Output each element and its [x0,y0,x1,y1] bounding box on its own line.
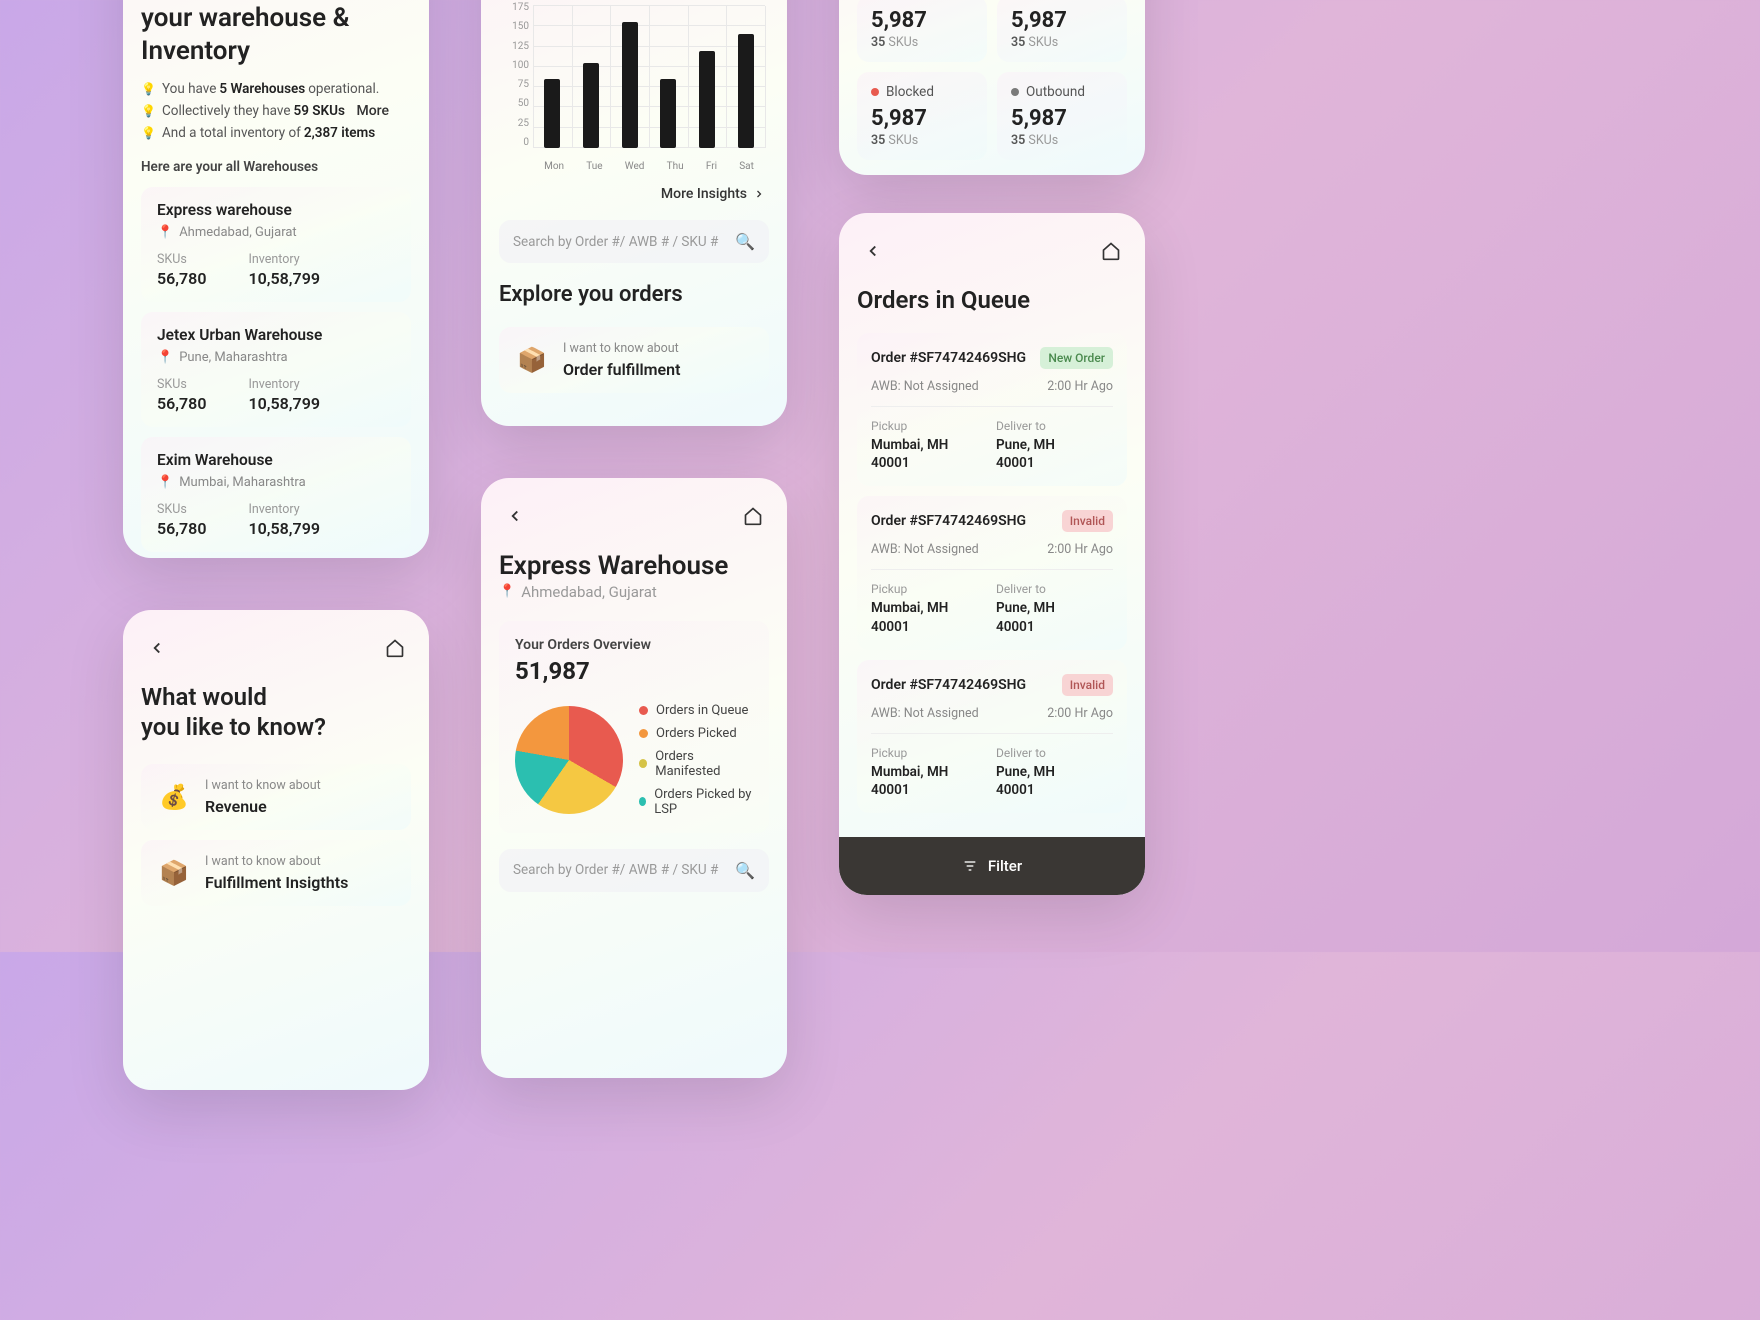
chevron-right-icon [753,188,765,200]
pin-icon: 📍 [157,475,173,490]
insights-screen: What wouldyou like to know? 💰 I want to … [123,610,429,1090]
warehouse-card[interactable]: Exim Warehouse 📍Mumbai, Maharashtra SKUs… [141,437,411,552]
home-icon[interactable] [1095,235,1127,267]
section-label: Here are your all Warehouses [141,159,411,175]
warehouse-name: Jetex Urban Warehouse [157,326,395,344]
bar-chart: 1751501251007550250 MonTueWedThuFriSat [499,2,769,172]
location-text: 📍Mumbai, Maharashtra [157,475,395,490]
filter-icon [962,858,978,874]
page-title: Orders in Queue [857,285,1127,315]
kpi-card[interactable]: 5,987 35 SKUs [857,0,987,62]
home-icon[interactable] [737,500,769,532]
search-icon: 🔍 [735,232,755,251]
order-id: Order #SF74742469SHG [871,350,1026,366]
more-insights-link[interactable]: More Insights [503,186,765,202]
orders-queue-screen: Orders in Queue Order #SF74742469SHG New… [839,213,1145,895]
order-id: Order #SF74742469SHG [871,513,1026,529]
package-icon: 📦 [515,343,549,377]
kpi-screen: 5,987 35 SKUs 5,987 35 SKUs Blocked 5,98… [839,0,1145,175]
home-icon[interactable] [379,632,411,664]
order-card[interactable]: Order #SF74742469SHG Invalid AWB: Not As… [857,660,1127,813]
page-title: Express Warehouse [499,550,769,583]
back-icon[interactable] [857,235,889,267]
summary-bullets: 💡You have5 Warehousesoperational. 💡Colle… [141,81,411,141]
warehouse-name: Exim Warehouse [157,451,395,469]
warehouse-name: Express warehouse [157,201,395,219]
topic-icon: 📦 [157,856,191,890]
kpi-card[interactable]: Blocked 5,987 35 SKUs [857,72,987,160]
back-icon[interactable] [499,500,531,532]
page-title: What wouldyou like to know? [141,682,411,742]
legend-item: Orders Picked by LSP [639,787,753,817]
explore-title: Explore you orders [499,281,769,309]
legend-item: Orders in Queue [639,703,753,718]
topic-card[interactable]: 📦 I want to know about Order fulfillment [499,327,769,393]
status-badge: Invalid [1062,510,1113,532]
topic-icon: 💰 [157,780,191,814]
topic-card[interactable]: 📦 I want to know about Fulfillment Insig… [141,840,411,906]
status-badge: Invalid [1062,674,1113,696]
status-badge: New Order [1040,347,1113,369]
overview-card: Your Orders Overview 51,987 Orders in Qu… [499,621,769,833]
pie-legend: Orders in Queue Orders Picked Orders Manif… [639,703,753,817]
search-input[interactable]: Search by Order #/ AWB # / SKU # 🔍 [499,220,769,263]
filter-button[interactable]: Filter [839,837,1145,895]
kpi-card[interactable]: 5,987 35 SKUs [997,0,1127,62]
legend-item: Orders Picked [639,726,753,741]
pin-icon: 📍 [157,350,173,365]
order-id: Order #SF74742469SHG [871,677,1026,693]
kpi-card[interactable]: Outbound 5,987 35 SKUs [997,72,1127,160]
location-text: 📍Ahmedabad, Gujarat [499,583,769,601]
order-card[interactable]: Order #SF74742469SHG Invalid AWB: Not As… [857,496,1127,649]
pie-chart [515,706,623,814]
order-card[interactable]: Order #SF74742469SHG New Order AWB: Not … [857,333,1127,486]
location-text: 📍Ahmedabad, Gujarat [157,225,395,240]
back-icon[interactable] [141,632,173,664]
location-text: 📍Pune, Maharashtra [157,350,395,365]
legend-item: Orders Manifested [639,749,753,779]
express-warehouse-screen: Express Warehouse 📍Ahmedabad, Gujarat Yo… [481,478,787,1078]
warehouse-card[interactable]: Express warehouse 📍Ahmedabad, Gujarat SK… [141,187,411,302]
warehouse-screen: your warehouse & Inventory 💡You have5 Wa… [123,0,429,558]
warehouse-card[interactable]: Jetex Urban Warehouse 📍Pune, Maharashtra… [141,312,411,427]
more-link[interactable]: More [356,103,389,119]
page-title: your warehouse & Inventory [141,2,411,67]
search-icon: 🔍 [735,861,755,880]
pin-icon: 📍 [157,225,173,240]
chart-screen: 1751501251007550250 MonTueWedThuFriSat M… [481,0,787,426]
topic-card[interactable]: 💰 I want to know about Revenue [141,764,411,830]
pin-icon: 📍 [499,584,515,599]
search-input[interactable]: Search by Order #/ AWB # / SKU # 🔍 [499,849,769,892]
